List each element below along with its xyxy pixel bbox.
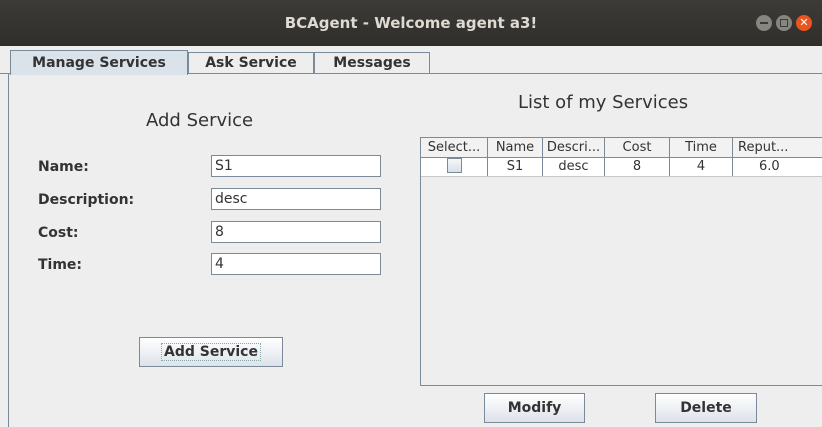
close-icon[interactable]: ✕ bbox=[796, 15, 812, 31]
reputation-cell: 6.0 bbox=[759, 159, 780, 174]
select-cell[interactable] bbox=[421, 158, 488, 176]
add-service-heading: Add Service bbox=[146, 110, 254, 131]
description-field[interactable]: desc bbox=[211, 188, 381, 210]
time-cell: 4 bbox=[670, 158, 733, 176]
cost-field[interactable]: 8 bbox=[211, 221, 381, 243]
tab-bar: Manage Services Ask Service Messages bbox=[0, 50, 822, 75]
column-header-name[interactable]: Name bbox=[488, 138, 543, 157]
time-label: Time: bbox=[38, 257, 83, 273]
description-label: Description: bbox=[38, 192, 135, 208]
minimize-icon[interactable] bbox=[756, 15, 772, 31]
column-header-time[interactable]: Time bbox=[670, 138, 733, 157]
window-title: BCAgent - Welcome agent a3! bbox=[284, 14, 538, 32]
tab-ask-service[interactable]: Ask Service bbox=[188, 52, 314, 73]
tab-manage-services[interactable]: Manage Services bbox=[10, 50, 188, 75]
services-table: Select... Name Descri... Cost Time Reput… bbox=[420, 137, 822, 386]
delete-button[interactable]: Delete bbox=[655, 393, 757, 423]
name-label: Name: bbox=[38, 159, 89, 175]
modify-button[interactable]: Modify bbox=[484, 393, 585, 423]
name-field[interactable]: S1 bbox=[211, 155, 381, 177]
column-header-description[interactable]: Descri... bbox=[543, 138, 605, 157]
row-select-checkbox[interactable] bbox=[446, 158, 462, 173]
time-field[interactable]: 4 bbox=[211, 253, 381, 275]
description-cell: desc bbox=[543, 158, 605, 176]
services-list-heading: List of my Services bbox=[518, 92, 689, 113]
column-header-select[interactable]: Select... bbox=[421, 138, 488, 157]
window-titlebar: BCAgent - Welcome agent a3! ✕ bbox=[0, 0, 822, 46]
name-cell: S1 bbox=[488, 158, 543, 176]
column-header-cost[interactable]: Cost bbox=[605, 138, 670, 157]
column-header-reputation[interactable]: Reput... bbox=[733, 138, 822, 157]
table-row[interactable]: S1 desc 8 4 6.0 bbox=[421, 158, 822, 177]
add-service-button-label: Add Service bbox=[161, 343, 261, 361]
cost-cell: 8 bbox=[605, 158, 670, 176]
tab-messages[interactable]: Messages bbox=[314, 52, 430, 73]
add-service-button[interactable]: Add Service bbox=[139, 337, 283, 367]
table-header: Select... Name Descri... Cost Time Reput… bbox=[421, 138, 822, 158]
maximize-icon[interactable] bbox=[776, 15, 792, 31]
cost-label: Cost: bbox=[38, 225, 79, 241]
